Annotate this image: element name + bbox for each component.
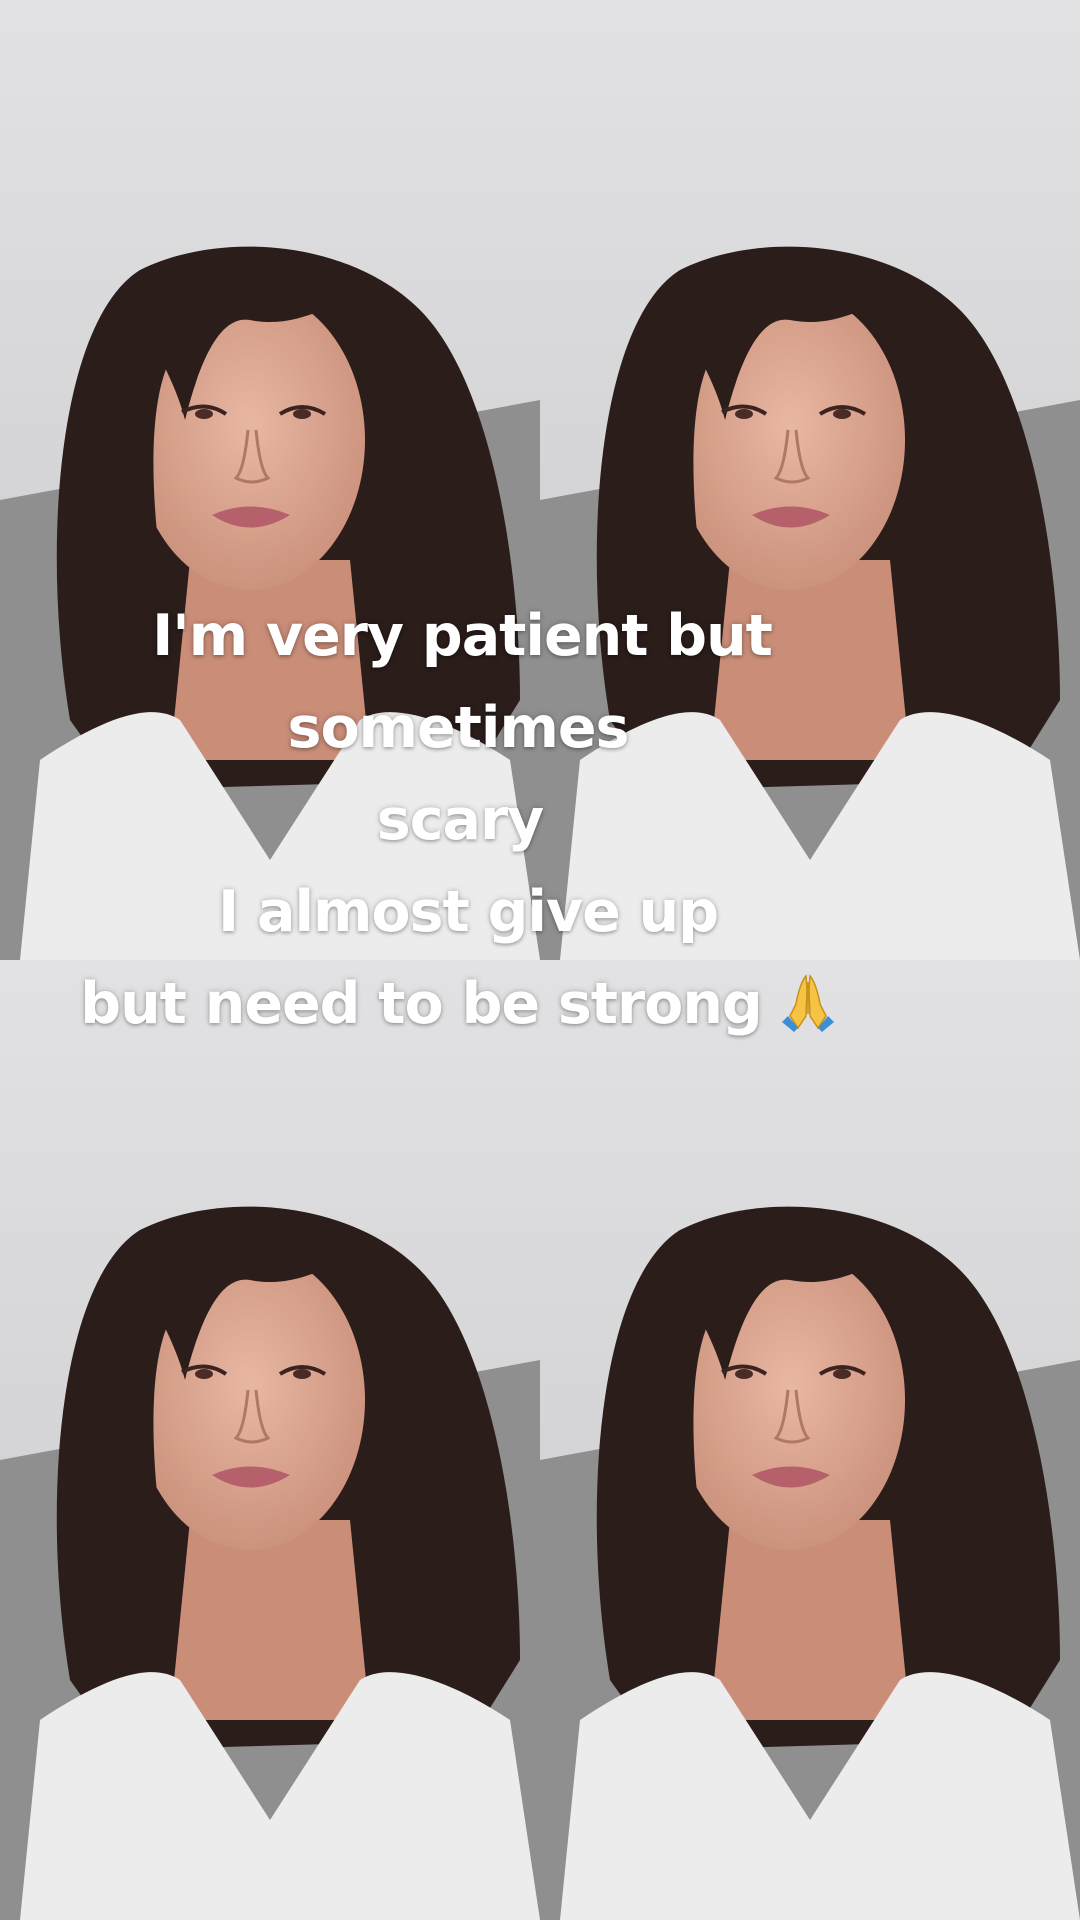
portrait-image [540,960,1080,1920]
caption-line: I almost give up [217,879,719,945]
caption-overlay: I'm very patient but sometimes scary I a… [0,590,1080,1050]
caption-line-last: but need to be strong [0,958,1000,1050]
caption-line: I'm very patient but [152,603,773,669]
folded-hands-icon [776,969,840,1033]
portrait-image [0,960,540,1920]
caption-line: scary [376,787,544,853]
photo-tile-bottom-left [0,960,540,1920]
caption-line-text: but need to be strong [80,971,762,1037]
caption-line: sometimes [287,695,630,761]
neck [710,1520,910,1720]
photo-tile-bottom-right [540,960,1080,1920]
neck [170,1520,370,1720]
